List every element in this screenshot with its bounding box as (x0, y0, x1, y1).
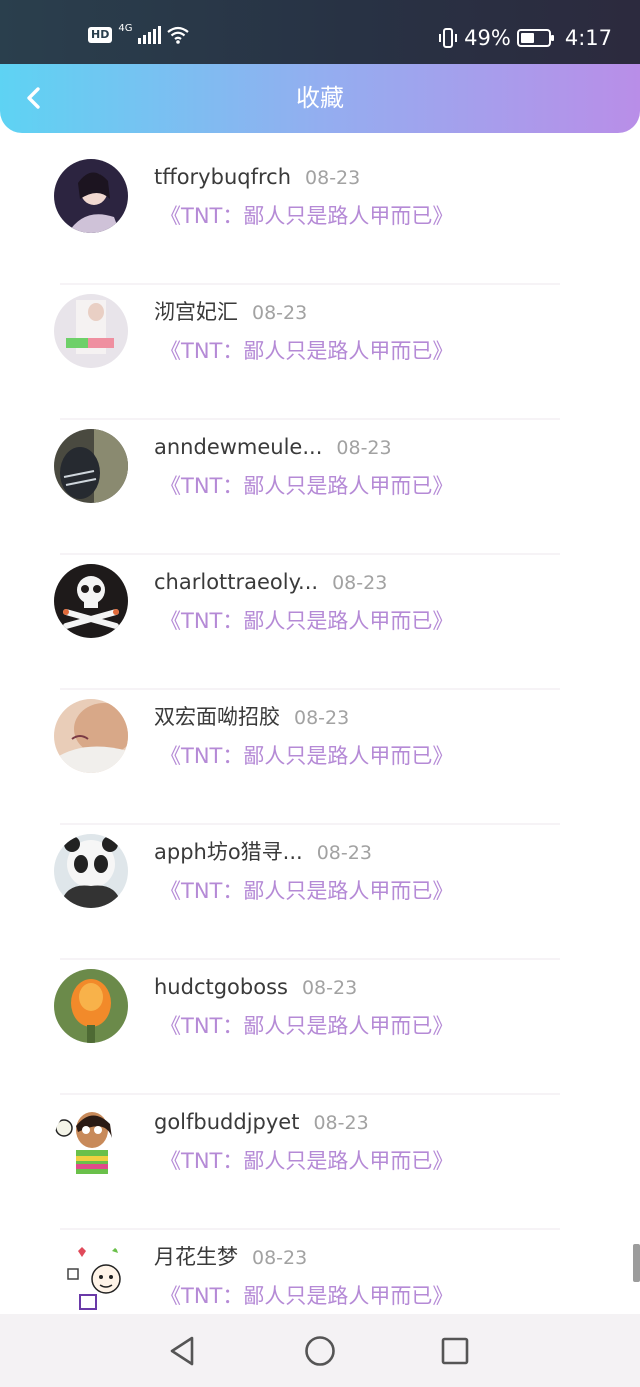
triangle-back-icon[interactable] (166, 1334, 200, 1368)
scrollbar-thumb[interactable] (633, 1244, 640, 1282)
system-nav-bar (0, 1314, 640, 1387)
work-title-link[interactable]: 《TNT：鄙人只是路人甲而已》 (160, 605, 453, 637)
date: 08-23 (336, 437, 392, 459)
list-item[interactable]: charlottraeoly... 08-23 《TNT：鄙人只是路人甲而已》 (0, 555, 640, 690)
work-title-link[interactable]: 《TNT：鄙人只是路人甲而已》 (160, 335, 453, 367)
user-name: tfforybuqfrch 08-23 (154, 165, 361, 189)
signal-icon (138, 26, 162, 44)
square-recents-icon[interactable] (438, 1334, 472, 1368)
work-title-link[interactable]: 《TNT：鄙人只是路人甲而已》 (160, 1145, 453, 1177)
network-type: 4G (118, 22, 133, 34)
date: 08-23 (332, 572, 388, 594)
list-item[interactable]: tfforybuqfrch 08-23 《TNT：鄙人只是路人甲而已》 (0, 150, 640, 285)
avatar[interactable] (54, 429, 128, 503)
list-item[interactable]: 沏宫妃汇 08-23 《TNT：鄙人只是路人甲而已》 (0, 285, 640, 420)
avatar[interactable] (54, 294, 128, 368)
work-title-link[interactable]: 《TNT：鄙人只是路人甲而已》 (160, 740, 453, 772)
vibrate-icon (439, 28, 458, 48)
favorites-list[interactable]: tfforybuqfrch 08-23 《TNT：鄙人只是路人甲而已》 沏宫妃汇 0… (0, 150, 640, 1314)
battery-percent: 49% (464, 26, 511, 50)
battery-icon (516, 29, 554, 47)
date: 08-23 (301, 977, 358, 999)
date: 08-23 (252, 1247, 308, 1269)
wifi-icon (167, 26, 190, 44)
user-name: 沏宫妃汇 08-23 (154, 300, 308, 324)
user-name: apph坊o猎寻... 08-23 (154, 840, 372, 864)
page-title: 收藏 (296, 84, 344, 112)
work-title-link[interactable]: 《TNT：鄙人只是路人甲而已》 (160, 1280, 453, 1312)
user-name: charlottraeoly... 08-23 (154, 570, 388, 594)
circle-home-icon[interactable] (303, 1334, 337, 1368)
app-header: 收藏 (0, 64, 640, 133)
list-item[interactable]: apph坊o猎寻... 08-23 《TNT：鄙人只是路人甲而已》 (0, 825, 640, 960)
work-title-link[interactable]: 《TNT：鄙人只是路人甲而已》 (160, 875, 453, 907)
avatar[interactable] (54, 159, 128, 233)
list-item[interactable]: 双宏面呦招胶 08-23 《TNT：鄙人只是路人甲而已》 (0, 690, 640, 825)
user-name: 双宏面呦招胶 08-23 (154, 705, 350, 729)
date: 08-23 (252, 302, 308, 324)
avatar[interactable] (54, 1104, 128, 1178)
avatar[interactable] (54, 699, 128, 773)
list-item[interactable]: golfbuddjpyet 08-23 《TNT：鄙人只是路人甲而已》 (0, 1095, 640, 1230)
avatar[interactable] (54, 564, 128, 638)
status-right: 49% 4:17 (438, 26, 612, 50)
user-name: 月花生梦 08-23 (154, 1245, 308, 1269)
work-title-link[interactable]: 《TNT：鄙人只是路人甲而已》 (160, 470, 453, 502)
date: 08-23 (294, 707, 350, 729)
avatar[interactable] (54, 969, 128, 1043)
user-name: golfbuddjpyet 08-23 (154, 1110, 369, 1134)
avatar[interactable] (54, 1239, 128, 1313)
list-item[interactable]: 月花生梦 08-23 《TNT：鄙人只是路人甲而已》 (0, 1230, 640, 1314)
clock: 4:17 (564, 26, 612, 50)
status-left: HD 4G (88, 22, 190, 44)
list-item[interactable]: anndewmeule... 08-23 《TNT：鄙人只是路人甲而已》 (0, 420, 640, 555)
date: 08-23 (305, 167, 361, 189)
work-title-link[interactable]: 《TNT：鄙人只是路人甲而已》 (160, 1010, 453, 1042)
user-name: anndewmeule... 08-23 (154, 435, 392, 459)
date: 08-23 (316, 842, 372, 864)
avatar[interactable] (54, 834, 128, 908)
list-item[interactable]: hudctgoboss 08-23 《TNT：鄙人只是路人甲而已》 (0, 960, 640, 1095)
work-title-link[interactable]: 《TNT：鄙人只是路人甲而已》 (160, 200, 453, 232)
hd-icon: HD (88, 27, 113, 43)
date: 08-23 (313, 1112, 369, 1134)
user-name: hudctgoboss 08-23 (154, 975, 358, 999)
